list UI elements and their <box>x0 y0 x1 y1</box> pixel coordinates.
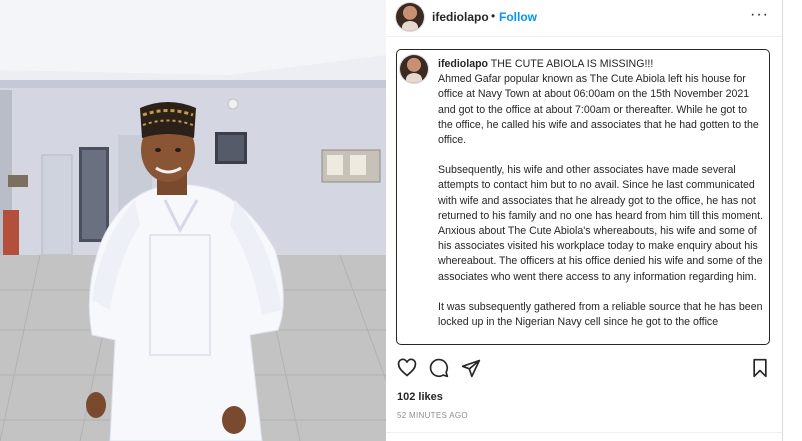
action-bar <box>386 352 782 386</box>
bookmark-icon[interactable] <box>750 358 770 383</box>
post-header: ifediolapo • Follow ··· <box>386 0 782 37</box>
caption-paragraph-3: Anxious about The Cute Abiola's whereabo… <box>438 225 763 283</box>
follow-button[interactable]: Follow <box>499 10 537 24</box>
post-panel: ifediolapo • Follow ··· ifediolapo THE C… <box>386 0 783 441</box>
more-options-icon[interactable]: ··· <box>750 6 769 24</box>
page-margin <box>783 0 802 441</box>
avatar[interactable] <box>396 3 424 31</box>
post-photo[interactable] <box>0 0 386 441</box>
caption-paragraph-1: Ahmed Gafar popular known as The Cute Ab… <box>438 73 759 147</box>
caption-title: THE CUTE ABIOLA IS MISSING!!! <box>490 58 654 70</box>
share-icon[interactable] <box>461 358 481 383</box>
caption-text: ifediolapo THE CUTE ABIOLA IS MISSING!!!… <box>438 57 764 344</box>
separator-dot: • <box>491 9 496 23</box>
caption-author-link[interactable]: ifediolapo <box>438 58 488 70</box>
caption-avatar[interactable] <box>400 55 428 83</box>
divider <box>386 432 782 433</box>
username-link[interactable]: ifediolapo <box>432 10 489 24</box>
heart-icon[interactable] <box>397 358 417 383</box>
caption-paragraph-2: Subsequently, his wife and other associa… <box>438 164 764 222</box>
caption-box: ifediolapo THE CUTE ABIOLA IS MISSING!!!… <box>396 49 770 345</box>
post-photo-illustration <box>0 0 386 441</box>
comment-icon[interactable] <box>429 358 449 383</box>
caption-paragraph-4: It was subsequently gathered from a reli… <box>438 300 763 329</box>
post-timestamp[interactable]: 52 MINUTES AGO <box>397 411 468 420</box>
likes-count[interactable]: 102 likes <box>397 391 443 403</box>
